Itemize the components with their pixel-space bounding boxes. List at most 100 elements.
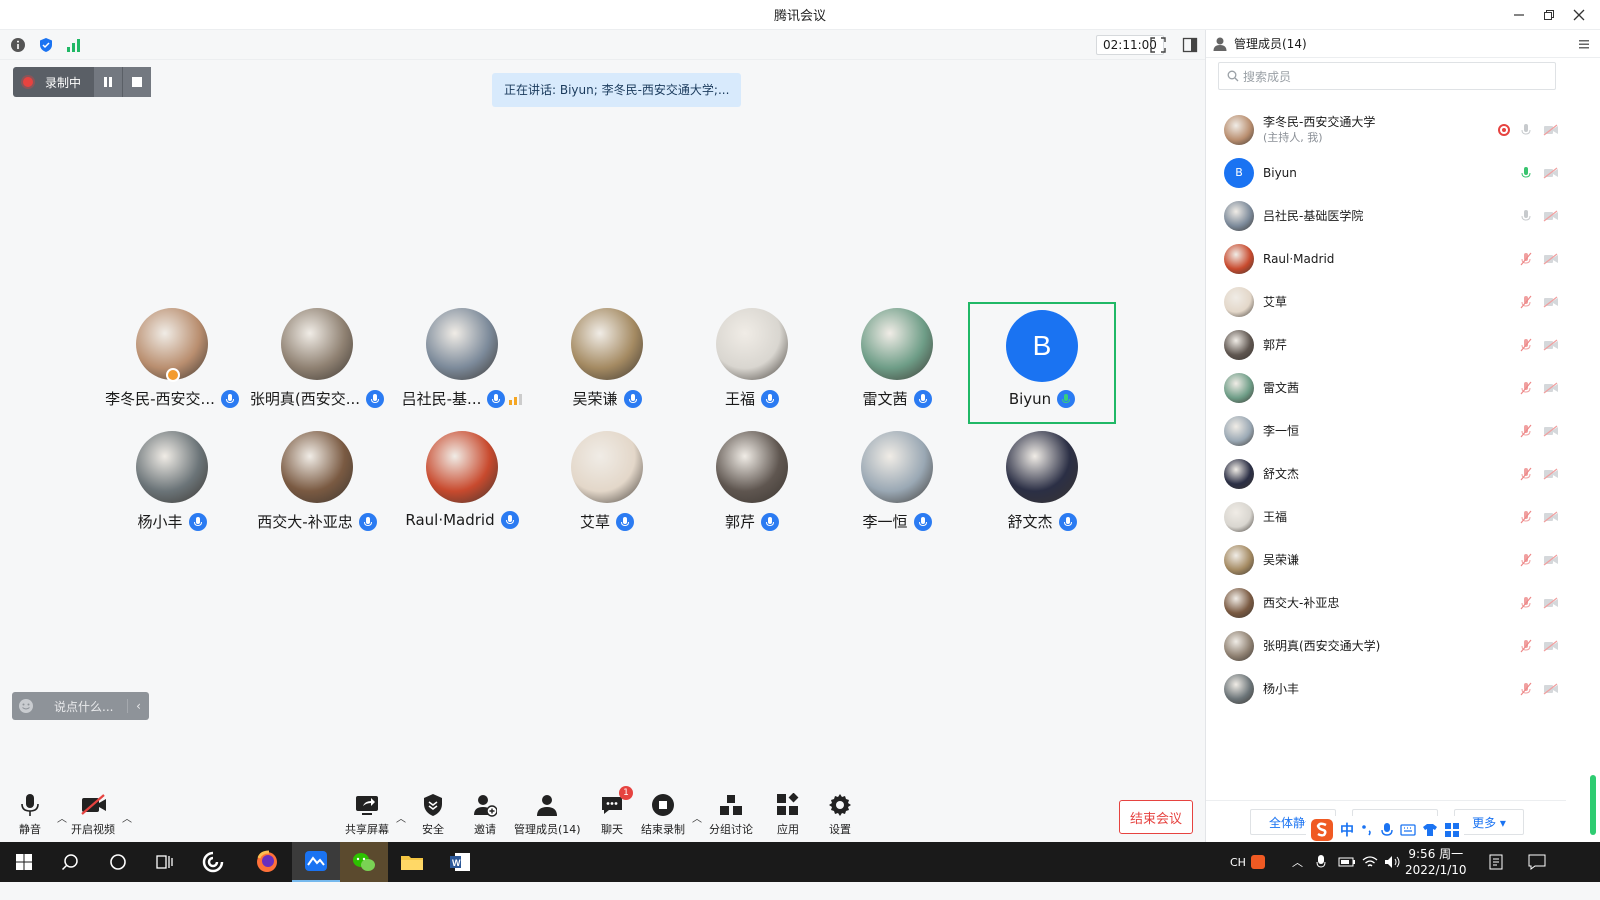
punctuation-icon[interactable] (1360, 823, 1374, 837)
keyboard-icon[interactable] (1400, 823, 1416, 837)
member-row[interactable]: 李一恒 (1206, 409, 1566, 452)
sogou-tray-icon[interactable] (1250, 842, 1266, 882)
shield-icon[interactable] (36, 35, 56, 55)
share-options-chevron-icon[interactable]: ︿ (396, 810, 406, 825)
member-row[interactable]: 张明真(西安交通大学) (1206, 624, 1566, 667)
wechat-icon[interactable] (340, 842, 388, 882)
info-icon[interactable] (8, 35, 28, 55)
camera-off-icon[interactable] (1542, 122, 1560, 138)
record-options-chevron-icon[interactable]: ︿ (692, 810, 702, 825)
participant-tile[interactable]: 舒文杰 (968, 425, 1116, 547)
member-row[interactable]: 王福 (1206, 495, 1566, 538)
camera-off-icon[interactable] (1542, 208, 1560, 224)
volume-icon[interactable] (1384, 842, 1402, 882)
sidebar-toggle-icon[interactable] (1180, 35, 1200, 55)
participant-tile[interactable]: 吴荣谦 (533, 302, 681, 424)
member-row[interactable]: 雷文茜 (1206, 366, 1566, 409)
mic-muted-icon[interactable] (1518, 638, 1534, 654)
battery-icon[interactable] (1338, 842, 1356, 882)
camera-off-icon[interactable] (1542, 509, 1560, 525)
camera-off-icon[interactable] (1542, 337, 1560, 353)
show-hidden-icons-icon[interactable]: ︿ (1292, 842, 1303, 882)
member-row[interactable]: 艾草 (1206, 280, 1566, 323)
sogou-icon[interactable] (1310, 818, 1334, 842)
panel-menu-icon[interactable] (1572, 32, 1596, 56)
system-clock[interactable]: 9:56 周一 2022/1/10 (1405, 846, 1467, 878)
member-row[interactable]: 吴荣谦 (1206, 538, 1566, 581)
security-button[interactable]: 安全 (420, 792, 446, 837)
mic-muted-icon[interactable] (1518, 423, 1534, 439)
cortana-icon[interactable] (94, 842, 142, 882)
camera-off-icon[interactable] (1542, 595, 1560, 611)
more-options-button[interactable]: 更多 ▾ (1454, 809, 1524, 835)
participant-tile[interactable]: B Biyun (968, 302, 1116, 424)
taskbar-search-icon[interactable] (46, 842, 94, 882)
word-icon[interactable]: W (436, 842, 484, 882)
member-row[interactable]: 舒文杰 (1206, 452, 1566, 495)
input-language-indicator[interactable]: CH (1230, 842, 1246, 882)
microphone-icon[interactable] (1518, 208, 1534, 224)
member-row[interactable]: 吕社民-基础医学院 (1206, 194, 1566, 237)
mic-muted-icon[interactable] (1518, 681, 1534, 697)
camera-off-icon[interactable] (1542, 423, 1560, 439)
camera-off-icon[interactable] (1542, 466, 1560, 482)
audio-options-chevron-icon[interactable]: ︿ (57, 810, 67, 825)
mic-muted-icon[interactable] (1518, 595, 1534, 611)
participant-tile[interactable]: 郭芹 (678, 425, 826, 547)
apps-button[interactable]: 应用 (775, 792, 801, 837)
invite-button[interactable]: 邀请 (472, 792, 498, 837)
settings-button[interactable]: 设置 (827, 792, 853, 837)
camera-off-icon[interactable] (1542, 294, 1560, 310)
notes-icon[interactable] (1488, 842, 1504, 882)
end-meeting-button[interactable]: 结束会议 (1119, 800, 1193, 834)
task-view-icon[interactable] (140, 842, 188, 882)
member-row[interactable]: 郭芹 (1206, 323, 1566, 366)
breakout-button[interactable]: 分组讨论 (709, 792, 753, 837)
end-recording-button[interactable]: 结束录制 (641, 792, 685, 837)
start-windows-icon[interactable] (0, 842, 48, 882)
mute-button[interactable]: 静音 (17, 792, 43, 837)
pause-recording-button[interactable] (93, 67, 123, 97)
member-row[interactable]: 杨小丰 (1206, 667, 1566, 710)
participant-tile[interactable]: 杨小丰 (98, 425, 246, 547)
app-swirl-icon[interactable] (189, 842, 237, 882)
camera-off-icon[interactable] (1542, 638, 1560, 654)
mic-muted-icon[interactable] (1518, 552, 1534, 568)
toolbox-icon[interactable] (1444, 822, 1460, 838)
chat-button[interactable]: 1 聊天 (599, 786, 633, 837)
participant-tile[interactable]: 雷文茜 (823, 302, 971, 424)
file-explorer-icon[interactable] (388, 842, 436, 882)
microphone-icon[interactable] (1518, 122, 1534, 138)
tencent-meeting-taskbar-icon[interactable] (292, 842, 340, 882)
start-video-button[interactable]: 开启视频 (71, 792, 115, 837)
participant-tile[interactable]: 王福 (678, 302, 826, 424)
camera-off-icon[interactable] (1542, 380, 1560, 396)
participant-tile[interactable]: Raul·Madrid (388, 425, 536, 547)
member-row[interactable]: B Biyun (1206, 151, 1566, 194)
mic-muted-icon[interactable] (1518, 380, 1534, 396)
camera-off-icon[interactable] (1542, 165, 1560, 181)
chat-quick-input[interactable]: 说点什么... ‹ (12, 692, 149, 720)
action-center-icon[interactable] (1528, 842, 1546, 882)
participant-tile[interactable]: 吕社民-基... (388, 302, 536, 424)
mic-muted-icon[interactable] (1518, 294, 1534, 310)
participant-tile[interactable]: 艾草 (533, 425, 681, 547)
mic-muted-icon[interactable] (1518, 251, 1534, 267)
share-screen-button[interactable]: 共享屏幕 (345, 792, 389, 837)
mic-muted-icon[interactable] (1518, 466, 1534, 482)
fullscreen-icon[interactable] (1148, 35, 1168, 55)
camera-off-icon[interactable] (1542, 251, 1560, 267)
ime-language-toggle[interactable]: 中 (1340, 820, 1354, 840)
voice-input-icon[interactable] (1380, 822, 1394, 838)
member-search-input[interactable]: 搜索成员 (1218, 62, 1556, 90)
close-icon[interactable] (1564, 0, 1594, 30)
wifi-icon[interactable] (1362, 842, 1378, 882)
minimize-icon[interactable] (1504, 0, 1534, 30)
participant-tile[interactable]: 西交大-补亚忠 (243, 425, 391, 547)
signal-icon[interactable] (64, 35, 84, 55)
member-row[interactable]: 西交大-补亚忠 (1206, 581, 1566, 624)
mic-muted-icon[interactable] (1518, 337, 1534, 353)
manage-members-button[interactable]: 管理成员(14) (514, 792, 581, 837)
stop-recording-button[interactable] (122, 67, 152, 97)
members-scrollbar[interactable] (1590, 775, 1596, 835)
